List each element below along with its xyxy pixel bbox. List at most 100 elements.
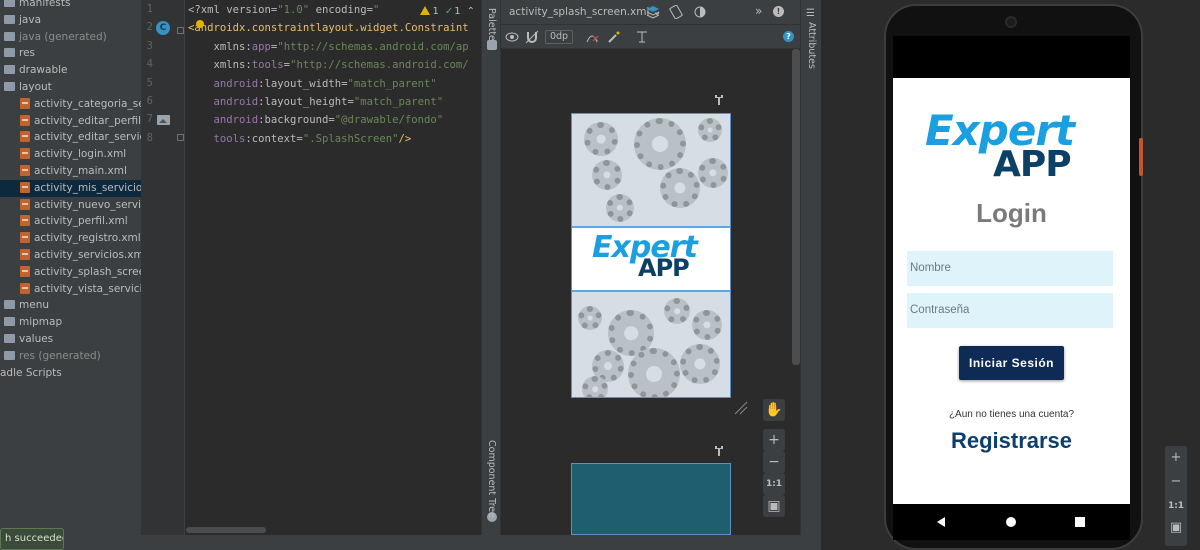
code-token: android bbox=[188, 77, 259, 90]
code-editor[interactable]: <?xml version="1.0" encoding=" <androidx.… bbox=[186, 0, 481, 535]
code-line[interactable]: <androidx.constraintlayout.widget.Constr… bbox=[188, 19, 469, 37]
code-token: :layout_height= bbox=[258, 96, 354, 108]
code-line[interactable]: android:background="@drawable/fondo" bbox=[188, 111, 444, 129]
code-token: tools bbox=[251, 59, 284, 72]
tree-item[interactable]: res (generated) bbox=[0, 348, 101, 365]
code-line[interactable]: xmlns:app="http://schemas.android.com/ap bbox=[188, 38, 469, 56]
zoom-out-button[interactable]: − bbox=[763, 451, 785, 473]
code-token: app bbox=[251, 40, 271, 53]
image-preview-icon[interactable] bbox=[157, 115, 170, 125]
code-token: ".SplashScreen" bbox=[302, 132, 399, 145]
blueprint-preview[interactable] bbox=[571, 463, 731, 535]
gear-icon bbox=[664, 298, 690, 324]
layout-design-surface[interactable]: activity_splash_screen.xml ⌄ » ! 0dp ? E… bbox=[501, 0, 800, 535]
palette-icon[interactable] bbox=[487, 40, 497, 50]
infer-constraints-wand-icon[interactable] bbox=[607, 30, 621, 44]
tree-item[interactable]: adle Scripts bbox=[0, 365, 62, 382]
gear-icon bbox=[634, 118, 686, 170]
tree-item[interactable]: activity_vista_servicio.xml bbox=[0, 281, 141, 298]
orientation-icon[interactable] bbox=[669, 5, 683, 19]
folder-icon bbox=[4, 0, 15, 7]
editor-gutter: 1 2 3 4 5 6 7 8 C bbox=[141, 0, 185, 535]
tree-item[interactable]: activity_main.xml bbox=[0, 163, 127, 180]
code-line[interactable]: android:layout_height="match_parent" bbox=[188, 93, 444, 111]
clear-constraints-icon[interactable] bbox=[585, 30, 599, 44]
tree-item[interactable]: menu bbox=[0, 297, 49, 314]
line-number: 5 bbox=[146, 76, 153, 89]
gear-icon bbox=[578, 306, 602, 330]
wrench-icon[interactable] bbox=[715, 446, 723, 456]
recent-apps-icon[interactable] bbox=[1075, 517, 1085, 527]
tree-item[interactable]: activity_registro.xml bbox=[0, 230, 141, 247]
zoom-to-fit-icon[interactable]: ▣ bbox=[763, 495, 785, 517]
collapse-up-icon[interactable]: ⌃ bbox=[467, 6, 475, 17]
tree-item-label: activity_categoria_servicio bbox=[34, 97, 141, 110]
tree-item[interactable]: activity_splash_screen.xml bbox=[0, 264, 141, 281]
code-line[interactable]: <?xml version="1.0" encoding=" bbox=[188, 1, 379, 19]
tree-item[interactable]: layout bbox=[0, 79, 52, 96]
splash-preview[interactable]: Expert APP bbox=[571, 113, 731, 398]
tree-item[interactable]: activity_nuevo_servicio.xml bbox=[0, 197, 141, 214]
login-button[interactable]: Iniciar Sesión bbox=[959, 346, 1064, 380]
autoconnect-magnet-icon[interactable] bbox=[525, 30, 539, 44]
pan-hand-icon[interactable]: ✋ bbox=[763, 399, 785, 421]
help-icon[interactable]: ? bbox=[783, 31, 794, 42]
tree-item[interactable]: mipmap bbox=[0, 314, 62, 331]
theme-icon[interactable] bbox=[693, 5, 707, 19]
code-line[interactable]: xmlns:tools="http://schemas.android.com/ bbox=[188, 56, 469, 74]
inspection-widget[interactable]: 1 ✓1 ⌃ bbox=[416, 4, 475, 18]
build-status-toast[interactable]: h succeeded bbox=[0, 528, 64, 550]
xml-file-icon bbox=[20, 282, 30, 294]
attributes-icon[interactable]: ☰ bbox=[806, 8, 815, 19]
password-field[interactable]: Contraseña bbox=[907, 293, 1113, 328]
view-options-eye-icon[interactable] bbox=[505, 30, 519, 44]
code-line[interactable]: tools:context=".SplashScreen"/> bbox=[188, 130, 412, 148]
code-token: "1.0" bbox=[277, 4, 310, 16]
tree-item[interactable]: java (generated) bbox=[0, 29, 107, 46]
fold-marker-icon[interactable] bbox=[177, 134, 184, 141]
fold-marker-icon[interactable] bbox=[177, 27, 184, 34]
zoom-actual-size-button[interactable]: 1:1 bbox=[763, 473, 785, 495]
tree-item[interactable]: drawable bbox=[0, 62, 67, 79]
emulator-zoom-actual-size-button[interactable]: 1:1 bbox=[1165, 496, 1187, 516]
tree-item[interactable]: values bbox=[0, 331, 53, 348]
more-options-icon[interactable]: » bbox=[755, 4, 762, 18]
tree-item[interactable]: manifests bbox=[0, 0, 70, 12]
name-field[interactable]: Nombre bbox=[907, 251, 1113, 286]
default-margin-selector[interactable]: 0dp bbox=[545, 30, 573, 44]
register-link[interactable]: Registrarse bbox=[893, 428, 1130, 454]
tab-component-tree[interactable]: Component Tree bbox=[486, 440, 497, 518]
class-reference-icon[interactable]: C bbox=[156, 21, 170, 35]
wrench-icon[interactable] bbox=[715, 95, 723, 105]
xml-file-icon bbox=[20, 114, 30, 126]
intention-bulb-icon[interactable] bbox=[196, 20, 204, 28]
emulator-zoom-out-button[interactable]: − bbox=[1165, 472, 1187, 492]
tree-item[interactable]: activity_editar_servicio.xml bbox=[0, 129, 141, 146]
code-line[interactable]: android:layout_width="match_parent" bbox=[188, 75, 437, 93]
gear-icon bbox=[582, 376, 608, 397]
design-vertical-scrollbar[interactable] bbox=[792, 49, 800, 365]
back-icon[interactable] bbox=[937, 517, 945, 527]
emulator-zoom-in-button[interactable]: + bbox=[1165, 448, 1187, 468]
tab-attributes[interactable]: Attributes bbox=[806, 22, 817, 69]
layout-file-selector[interactable]: activity_splash_screen.xml ⌄ bbox=[509, 6, 662, 18]
tree-item[interactable]: activity_perfil.xml bbox=[0, 213, 128, 230]
tree-item[interactable]: activity_mis_servicios.xml bbox=[0, 179, 141, 197]
tab-palette[interactable]: Palette bbox=[486, 8, 497, 41]
tree-item[interactable]: activity_login.xml bbox=[0, 146, 126, 163]
xml-file-icon bbox=[20, 181, 30, 193]
guidelines-icon[interactable] bbox=[635, 30, 649, 44]
phone-power-button[interactable] bbox=[1139, 138, 1143, 176]
zoom-in-button[interactable]: + bbox=[763, 429, 785, 451]
tree-item[interactable]: activity_editar_perfil.xml bbox=[0, 113, 141, 130]
resize-handle-icon[interactable] bbox=[734, 401, 748, 415]
tree-item[interactable]: activity_servicios.xml bbox=[0, 247, 141, 264]
home-icon[interactable] bbox=[1006, 517, 1016, 527]
tree-item[interactable]: java bbox=[0, 12, 41, 29]
tree-item[interactable]: res bbox=[0, 45, 35, 62]
editor-horizontal-scrollbar[interactable] bbox=[186, 527, 266, 533]
emulator-zoom-fit-icon[interactable]: ▣ bbox=[1165, 518, 1187, 538]
design-surface-layers-icon[interactable] bbox=[646, 5, 660, 19]
tree-item[interactable]: activity_categoria_servicio bbox=[0, 96, 141, 113]
error-info-icon[interactable]: ! bbox=[773, 6, 784, 17]
